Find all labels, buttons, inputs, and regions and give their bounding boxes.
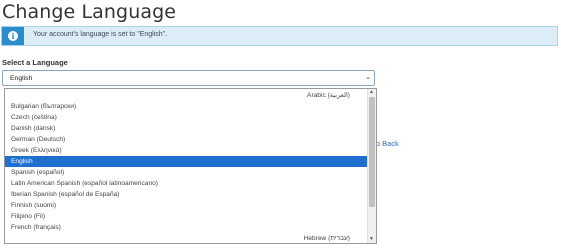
dropdown-option-selected[interactable]: English: [5, 156, 368, 167]
select-language-label: Select a Language: [2, 58, 68, 67]
dropdown-option[interactable]: Bulgarian (български): [5, 101, 368, 112]
chevron-down-icon[interactable]: ⌄: [365, 73, 371, 81]
dropdown-option[interactable]: Greek (Ελληνικά): [5, 145, 368, 156]
page-title: Change Language: [2, 1, 177, 23]
dropdown-option[interactable]: Arabic (العربية): [5, 90, 368, 101]
dropdown-option[interactable]: Danish (dansk): [5, 123, 368, 134]
info-alert-text: Your account's language is set to "Engli…: [33, 31, 168, 38]
language-dropdown-list[interactable]: Arabic (العربية) Bulgarian (български) Cze…: [4, 88, 377, 244]
dropdown-option[interactable]: Hebrew (עברית): [5, 233, 368, 243]
dropdown-option[interactable]: Filipino (Fil): [5, 211, 368, 222]
dropdown-option[interactable]: Czech (čeština): [5, 112, 368, 123]
info-icon-container: i: [2, 27, 24, 45]
scroll-down-arrow-icon[interactable]: ▼: [368, 236, 375, 243]
language-select[interactable]: English ⌄: [2, 70, 375, 86]
dropdown-option[interactable]: Iberian Spanish (español de España): [5, 189, 368, 200]
dropdown-scrollbar[interactable]: ▲ ▼: [367, 89, 376, 243]
language-select-value: English: [10, 75, 33, 82]
dropdown-option[interactable]: French (français): [5, 222, 368, 233]
dropdown-option[interactable]: Latin American Spanish (español latinoam…: [5, 178, 368, 189]
info-alert: i Your account's language is set to "Eng…: [1, 26, 558, 46]
dropdown-option[interactable]: Finnish (suomi): [5, 200, 368, 211]
scroll-up-arrow-icon[interactable]: ▲: [368, 89, 375, 96]
scrollbar-thumb[interactable]: [369, 97, 375, 207]
dropdown-option[interactable]: German (Deutsch): [5, 134, 368, 145]
info-icon: i: [8, 31, 18, 41]
dropdown-option[interactable]: Spanish (español): [5, 167, 368, 178]
